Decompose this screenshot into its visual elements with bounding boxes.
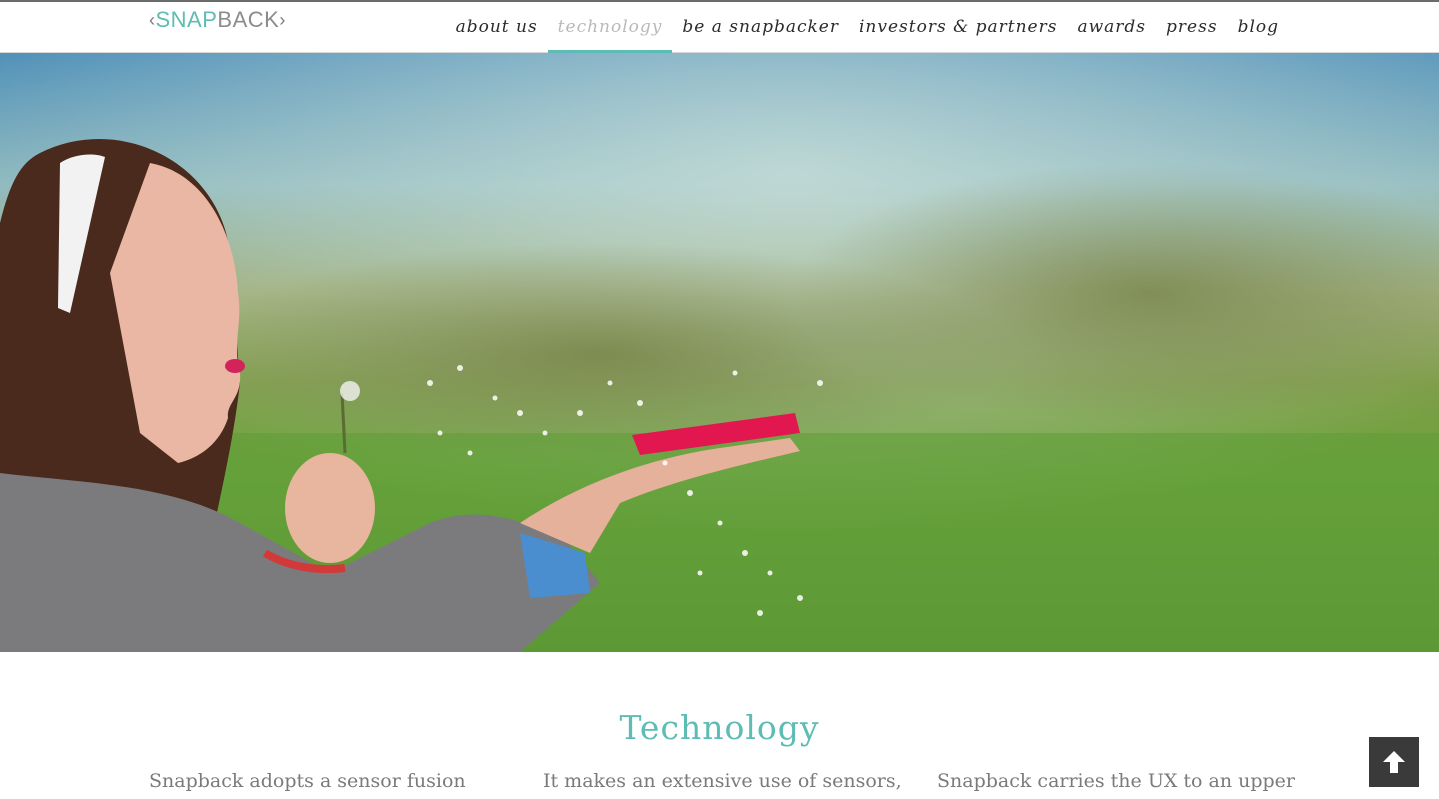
technology-heading: Technology: [619, 708, 820, 747]
technology-column-2: It makes an extensive use of sensors,: [543, 770, 902, 792]
main-nav: about us technology be a snapbacker inve…: [446, 2, 1289, 53]
logo-back-text: BACK: [217, 7, 280, 32]
technology-column-1: Snapback adopts a sensor fusion: [149, 770, 466, 792]
nav-press[interactable]: press: [1156, 2, 1228, 52]
nav-awards[interactable]: awards: [1067, 2, 1156, 52]
site-header: ‹ SNAP BACK › about us technology be a s…: [0, 2, 1439, 53]
logo-chevron-right: ›: [279, 10, 286, 30]
nav-be-a-snapbacker[interactable]: be a snapbacker: [672, 2, 849, 52]
nav-blog[interactable]: blog: [1228, 2, 1289, 52]
nav-investors-partners[interactable]: investors & partners: [849, 2, 1067, 52]
arrow-up-icon: [1383, 751, 1405, 773]
nav-about-us[interactable]: about us: [446, 2, 548, 52]
scroll-to-top-button[interactable]: [1369, 737, 1419, 787]
hero-photo-illustration: [0, 53, 1439, 652]
logo-snap-text: SNAP: [155, 7, 218, 32]
hero-image: [0, 53, 1439, 652]
technology-column-3: Snapback carries the UX to an upper: [937, 770, 1296, 792]
brand-logo[interactable]: ‹ SNAP BACK ›: [149, 8, 286, 32]
nav-technology[interactable]: technology: [547, 2, 673, 53]
